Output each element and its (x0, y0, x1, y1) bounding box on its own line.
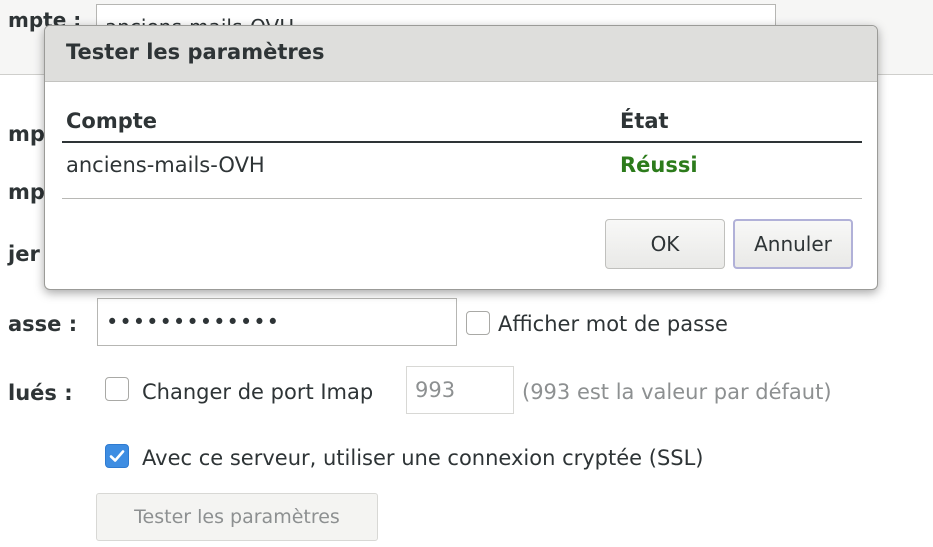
port-field[interactable]: 993 (406, 366, 514, 414)
column-header-status: État (620, 109, 669, 133)
password-label: asse : (8, 312, 78, 336)
column-header-account: Compte (66, 109, 158, 133)
field-label-4: jer (8, 242, 40, 266)
ssl-checkbox[interactable] (105, 444, 129, 468)
test-settings-dialog: Tester les paramètres Compte État ancien… (44, 25, 878, 290)
test-settings-button[interactable]: Tester les paramètres (96, 493, 378, 541)
table-header-divider (62, 141, 862, 143)
row-status: Réussi (620, 153, 698, 177)
show-password-checkbox[interactable] (466, 311, 490, 335)
password-field[interactable]: ••••••••••••• (97, 298, 457, 346)
dialog-titlebar: Tester les paramètres (45, 26, 877, 82)
ssl-label[interactable]: Avec ce serveur, utiliser une connexion … (142, 446, 704, 470)
cancel-button[interactable]: Annuler (733, 219, 853, 269)
advanced-label: lués : (8, 381, 73, 405)
change-port-label[interactable]: Changer de port Imap (142, 380, 373, 404)
show-password-label[interactable]: Afficher mot de passe (498, 312, 728, 336)
change-port-checkbox[interactable] (105, 377, 129, 401)
port-hint: (993 est la valeur par défaut) (522, 380, 832, 404)
checkmark-icon (109, 450, 125, 462)
row-account-name: anciens-mails-OVH (66, 153, 265, 177)
table-bottom-divider (62, 198, 862, 199)
ok-button[interactable]: OK (605, 219, 725, 269)
dialog-title: Tester les paramètres (66, 40, 325, 64)
